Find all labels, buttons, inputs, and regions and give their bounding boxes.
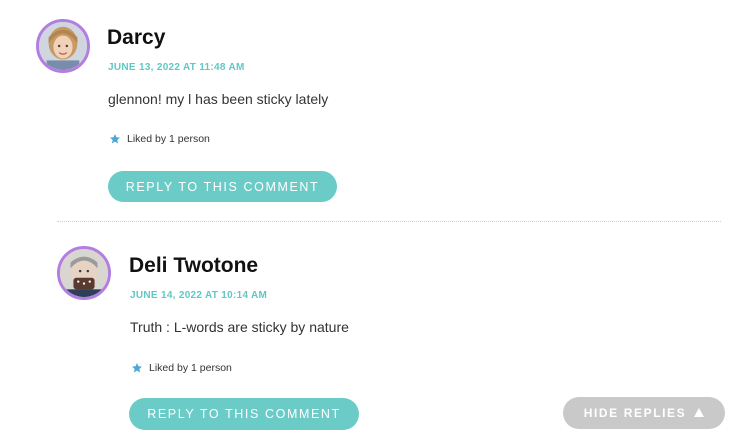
likes-indicator[interactable]: Liked by 1 person	[109, 133, 210, 145]
hide-replies-button[interactable]: HIDE REPLIES	[563, 397, 725, 429]
reply-button[interactable]: REPLY TO THIS COMMENT	[108, 171, 337, 202]
comment-author[interactable]: Darcy	[107, 26, 165, 50]
comment-text: glennon! my l has been sticky lately	[108, 91, 329, 107]
divider	[57, 221, 721, 222]
avatar[interactable]	[57, 246, 111, 300]
likes-text: Liked by 1 person	[149, 362, 232, 374]
likes-text: Liked by 1 person	[127, 133, 210, 145]
comment-text: Truth : L-words are sticky by nature	[130, 319, 349, 335]
avatar-photo-icon	[60, 249, 108, 297]
hide-replies-label: HIDE REPLIES	[583, 406, 687, 420]
caret-up-icon	[694, 407, 705, 417]
avatar[interactable]	[36, 19, 90, 73]
star-icon	[110, 134, 120, 144]
likes-indicator[interactable]: Liked by 1 person	[131, 362, 232, 374]
comment-timestamp-link[interactable]: JUNE 13, 2022 AT 11:48 AM	[108, 62, 245, 73]
reply-button[interactable]: REPLY TO THIS COMMENT	[129, 398, 359, 430]
comments-section: Darcy JUNE 13, 2022 AT 11:48 AM glennon!…	[0, 0, 741, 447]
comment-timestamp-link[interactable]: JUNE 14, 2022 AT 10:14 AM	[130, 290, 267, 301]
comment-author[interactable]: Deli Twotone	[129, 254, 258, 278]
avatar-photo-icon	[39, 22, 87, 70]
star-icon	[132, 363, 142, 373]
